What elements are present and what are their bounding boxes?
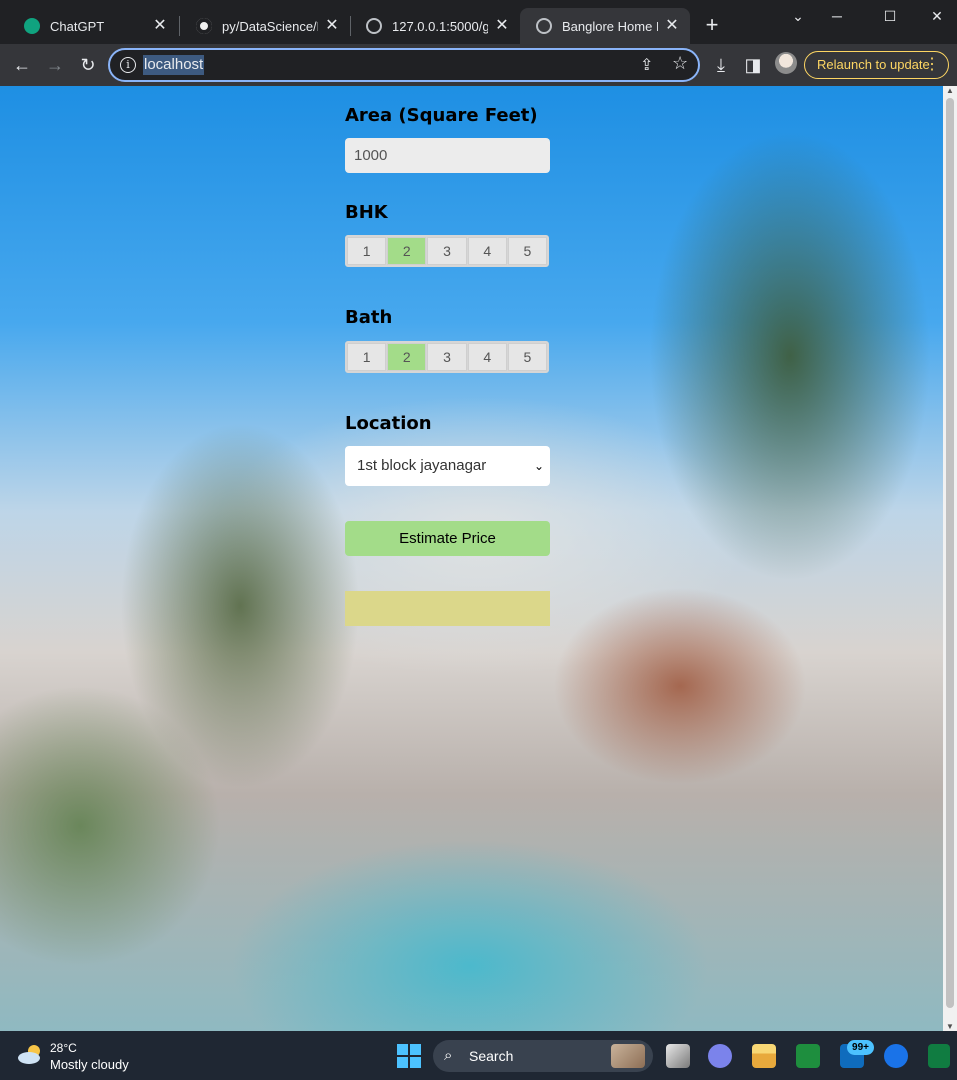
bhk-selector: 1 2 3 4 5 [345,235,549,267]
windows-taskbar: 28°C Mostly cloudy ⌕ Search 99+ [0,1031,957,1080]
scroll-up-arrow-icon[interactable]: ▲ [946,86,954,95]
weather-condition[interactable]: Mostly cloudy [50,1057,129,1072]
tab-title: py/DataScience/Bangl [222,18,318,34]
bhk-option-4[interactable]: 4 [467,237,507,265]
forward-arrow-icon[interactable]: → [43,53,67,77]
vertical-scrollbar[interactable]: ▲ ▼ [943,86,957,1031]
download-icon[interactable]: ⤓ [709,53,733,77]
bath-option-1[interactable]: 1 [347,343,387,371]
close-tab-icon[interactable]: ✕ [664,18,680,34]
teams-chat-icon[interactable] [708,1044,732,1068]
more-menu-icon[interactable]: ⋮ [924,52,940,78]
tab-get-locations[interactable]: 127.0.0.1:5000/get_lo ✕ [350,8,520,44]
area-label: Area (Square Feet) [345,105,538,126]
chevron-down-icon: ⌄ [533,459,544,473]
relaunch-button[interactable]: Relaunch to update ⋮ [804,51,949,79]
bath-label: Bath [345,307,393,328]
url-text[interactable]: localhost [143,55,205,75]
location-value: 1st block jayanagar [357,457,487,474]
task-view-icon[interactable] [666,1044,690,1068]
back-arrow-icon[interactable]: ← [10,53,34,77]
bath-option-4[interactable]: 4 [467,343,507,371]
file-explorer-icon[interactable] [752,1044,776,1068]
estimated-price-result [345,591,550,626]
globe-icon [366,18,382,34]
vpn-shield-icon[interactable] [884,1044,908,1068]
cloudy-weather-icon [18,1045,40,1064]
scroll-down-arrow-icon[interactable]: ▼ [946,1022,954,1031]
tab-chatgpt[interactable]: ChatGPT ✕ [8,8,178,44]
bath-option-2[interactable]: 2 [387,343,427,371]
tab-title: 127.0.0.1:5000/get_lo [392,18,488,34]
bath-option-5[interactable]: 5 [507,343,548,371]
close-tab-icon[interactable]: ✕ [494,18,510,34]
tab-banglore-home-price[interactable]: Banglore Home Price ✕ [520,8,690,44]
scrollbar-thumb[interactable] [946,98,954,1008]
address-bar[interactable]: i localhost ⇪ ☆ [108,48,700,82]
info-icon[interactable]: i [120,57,136,73]
excel-icon[interactable] [928,1044,950,1068]
tab-title: Banglore Home Price [562,18,658,34]
profile-avatar[interactable] [775,52,797,74]
taskbar-search[interactable]: ⌕ Search [433,1040,653,1072]
new-tab-button[interactable]: + [700,14,724,38]
globe-icon [536,18,552,34]
windows-start-icon[interactable] [397,1044,421,1068]
search-label: Search [469,1048,514,1064]
estimate-price-button[interactable]: Estimate Price [345,521,550,556]
close-window-icon[interactable]: ✕ [922,6,952,26]
tab-title: ChatGPT [50,18,105,34]
classroom-icon[interactable] [796,1044,820,1068]
relaunch-label: Relaunch to update [817,57,930,72]
tab-strip: ChatGPT ✕ py/DataScience/Bangl ✕ 127.0.0… [0,0,957,44]
tab-search-chevron-down-icon[interactable]: ⌄ [783,6,813,26]
bookmark-star-icon[interactable]: ☆ [672,53,688,74]
bhk-option-1[interactable]: 1 [347,237,387,265]
reload-icon[interactable]: ↻ [76,53,100,77]
minimize-icon[interactable]: ─ [822,6,852,26]
bath-selector: 1 2 3 4 5 [345,341,549,373]
bhk-option-5[interactable]: 5 [507,237,548,265]
close-tab-icon[interactable]: ✕ [152,18,168,34]
weather-temperature[interactable]: 28°C [50,1041,77,1055]
bhk-option-2[interactable]: 2 [387,237,427,265]
share-icon[interactable]: ⇪ [640,55,653,75]
bath-option-3[interactable]: 3 [427,343,467,371]
close-tab-icon[interactable]: ✕ [324,18,340,34]
location-label: Location [345,413,432,434]
bhk-label: BHK [345,202,388,223]
search-highlight-icon [611,1044,645,1068]
page-viewport: Area (Square Feet) BHK 1 2 3 4 5 Bath 1 … [0,86,943,1031]
chatgpt-icon [24,18,40,34]
side-panel-icon[interactable]: ◨ [741,53,765,77]
tab-github[interactable]: py/DataScience/Bangl ✕ [180,8,350,44]
area-input[interactable] [345,138,550,173]
mail-notification-badge: 99+ [847,1040,874,1055]
maximize-icon[interactable]: ☐ [875,6,905,26]
bhk-option-3[interactable]: 3 [427,237,467,265]
browser-toolbar: ← → ↻ i localhost ⇪ ☆ ⤓ ◨ Relaunch to up… [0,44,957,86]
location-select[interactable]: 1st block jayanagar ⌄ [345,446,550,486]
github-icon [196,18,212,34]
search-icon: ⌕ [444,1047,453,1064]
